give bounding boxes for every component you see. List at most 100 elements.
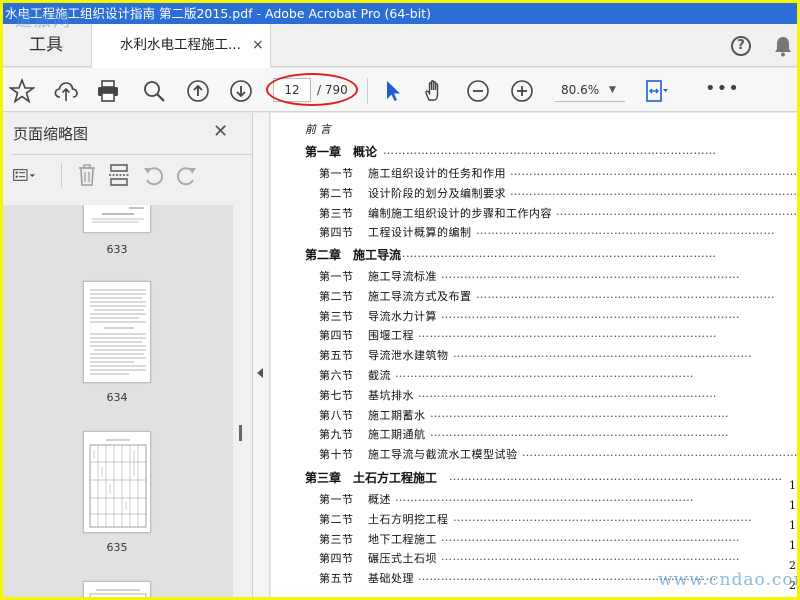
toc-section-title[interactable]: 施工导流与截流水工模型试验 [368, 446, 518, 462]
toc-chapter[interactable]: 第一章 概论 [305, 143, 377, 160]
toc-leader-dots: …………………………………………………………………………… [383, 247, 717, 260]
toc-preface: 前言 [305, 123, 335, 136]
toc-section-title[interactable]: 导流水力计算 [368, 308, 437, 324]
star-bookmark-icon[interactable] [9, 78, 35, 104]
app-window: 水电工程施工组织设计指南 第二版2015.pdf - Adobe Acrobat… [3, 3, 797, 597]
toc-section-title[interactable]: 施工期蓄水 [368, 407, 426, 423]
more-options-icon[interactable]: ••• [705, 78, 740, 100]
page-thumbnail[interactable] [83, 205, 151, 233]
thumbnail-list[interactable]: 633 634 635 [3, 205, 233, 597]
zoom-in-icon[interactable] [509, 78, 535, 104]
toc-leader-dots: …………………………………………………………………… [453, 347, 752, 360]
toc-leader-dots: …………………………………………………………………… [441, 531, 740, 544]
toc-leader-dots: …………………………………………………………………… [476, 224, 775, 238]
toc-leader-dots: …………………………………………………………………… [556, 204, 797, 218]
toc-leader-dots: …………………………………………………………………… [510, 165, 797, 178]
toc-leader-dots: …………………………………………………………………… [395, 491, 694, 504]
toc-chapter[interactable]: 第三章 土石方工程施工 [305, 469, 437, 486]
toc-leader-dots: …………………………………………………………………… [510, 184, 797, 198]
document-page: 前言 第一章 概论 …………………………………………………………………………… 第一… [271, 113, 797, 597]
toc-section-title[interactable]: 截流 [368, 367, 391, 383]
toc-leader-dots: …………………………………………………………………… [441, 307, 740, 321]
toc-leader-dots: …………………………………………………………………… [476, 287, 775, 301]
tab-document-label: 水利水电工程施工... [120, 37, 241, 53]
toc-section-title[interactable]: 土石方明挖工程 [368, 511, 449, 527]
thumbnail-text-lines [92, 207, 144, 223]
rotate-counterclockwise-icon[interactable] [141, 163, 165, 187]
toc-section-title[interactable]: 编制施工组织设计的步骤和工作内容 [368, 205, 552, 221]
toc-section-title[interactable]: 地下工程施工 [368, 531, 437, 547]
panel-collapse-strip[interactable] [253, 113, 270, 597]
toc-leader-dots: …………………………………………………………………… [453, 511, 752, 524]
toc-leader-dots: …………………………………………………………………… [441, 268, 740, 281]
toc-section-title[interactable]: 施工组织设计的任务和作用 [368, 165, 506, 181]
toc-leader-dots: …………………………………………………………………… [430, 426, 729, 439]
thumbnail-scrollbar[interactable] [233, 205, 251, 597]
select-arrow-icon[interactable] [379, 78, 405, 104]
toc-section-number: 第九节 [319, 428, 354, 442]
collapse-arrow-icon[interactable] [257, 368, 263, 378]
thumbnail-label: 633 [106, 243, 128, 256]
zoom-out-icon[interactable] [465, 78, 491, 104]
main-toolbar: 12 / 790 80.6% ▼ ••• [3, 68, 797, 112]
toolbar-separator [367, 78, 368, 104]
toc-section-title[interactable]: 围堰工程 [368, 327, 414, 343]
thumbnail-text-lines [89, 589, 147, 597]
thumbnail-label: 634 [106, 391, 128, 404]
toc-section-title[interactable]: 施工期通航 [368, 426, 426, 442]
toc-leader-dots: …………………………………………………………………… [453, 510, 752, 524]
toc-section-number: 第一节 [319, 493, 354, 506]
panel-close-icon[interactable]: ✕ [213, 121, 228, 142]
toc-section-number: 第一节 [319, 270, 354, 283]
zoom-caret-icon[interactable]: ▼ [609, 78, 616, 102]
toc-section-number: 第十节 [319, 448, 354, 462]
scrollbar-thumb[interactable] [239, 425, 242, 441]
help-icon[interactable]: ? [731, 36, 751, 56]
toc-section-title[interactable]: 基坑排水 [368, 387, 414, 403]
toc-leader-dots: …………………………………………………………………… [418, 327, 717, 340]
options-menu-icon[interactable] [13, 163, 37, 187]
insert-page-icon[interactable] [107, 163, 131, 187]
watermark-top: 道旅网 [15, 11, 72, 31]
panel-title: 页面缩略图 [13, 125, 89, 143]
page-thumbnail[interactable] [83, 281, 151, 383]
rotate-clockwise-icon[interactable] [175, 163, 199, 187]
toc-leader-dots: …………………………………………………………………… [441, 550, 740, 563]
cloud-upload-icon[interactable] [53, 78, 79, 104]
page-thumbnail[interactable] [83, 431, 151, 533]
toc-leader-dots: …………………………………………………………………… [430, 407, 729, 420]
toc-section-number: 第三节 [319, 309, 354, 323]
toc-section-title[interactable]: 碾压式土石坝 [368, 550, 437, 566]
toc-page-number: 1 [789, 479, 797, 492]
notification-bell-icon[interactable] [772, 35, 794, 57]
toc-section-title[interactable]: 基础处理 [368, 570, 414, 586]
toc-section-title[interactable]: 施工导流标准 [368, 268, 437, 284]
toc-leader-dots: …………………………………………………………………… [441, 530, 740, 544]
tab-document[interactable]: 水利水电工程施工... × [91, 24, 271, 68]
toc-section-number: 第八节 [319, 408, 354, 422]
hand-tool-icon[interactable] [421, 78, 447, 104]
page-thumbnail[interactable] [83, 581, 151, 597]
toc-section-title[interactable]: 设计阶段的划分及编制要求 [368, 185, 506, 201]
delete-trash-icon[interactable] [75, 163, 99, 187]
toc-section-title[interactable]: 导流泄水建筑物 [368, 347, 449, 363]
fit-page-icon[interactable] [643, 78, 669, 104]
toc-leader-dots: …………………………………………………………………… [510, 165, 797, 178]
panel-divider [11, 154, 265, 155]
toc-section-title[interactable]: 施工导流方式及布置 [368, 288, 472, 304]
toc-leader-dots: …………………………………………………………………… [453, 347, 752, 361]
tab-bar: 工具 水利水电工程施工... × ? [3, 24, 797, 68]
window-title: 水电工程施工组织设计指南 第二版2015.pdf - Adobe Acrobat… [3, 3, 797, 24]
search-icon[interactable] [141, 78, 167, 104]
next-page-icon[interactable] [228, 78, 254, 104]
toc-section-title[interactable]: 概述 [368, 491, 391, 507]
toc-leader-dots: …………………………………………………………………………… [383, 144, 717, 157]
watermark-bottom: www.cndao.com [658, 570, 797, 590]
toc-leader-dots: …………………………………………………………………… [418, 327, 717, 341]
previous-page-icon[interactable] [185, 78, 211, 104]
toc-section-title[interactable]: 工程设计概算的编制 [368, 224, 472, 240]
panel-tool-separator [61, 163, 62, 187]
toc-leader-dots: …………………………………………………………………… [395, 491, 694, 504]
print-icon[interactable] [95, 78, 121, 104]
tab-close-icon[interactable]: × [252, 24, 264, 67]
